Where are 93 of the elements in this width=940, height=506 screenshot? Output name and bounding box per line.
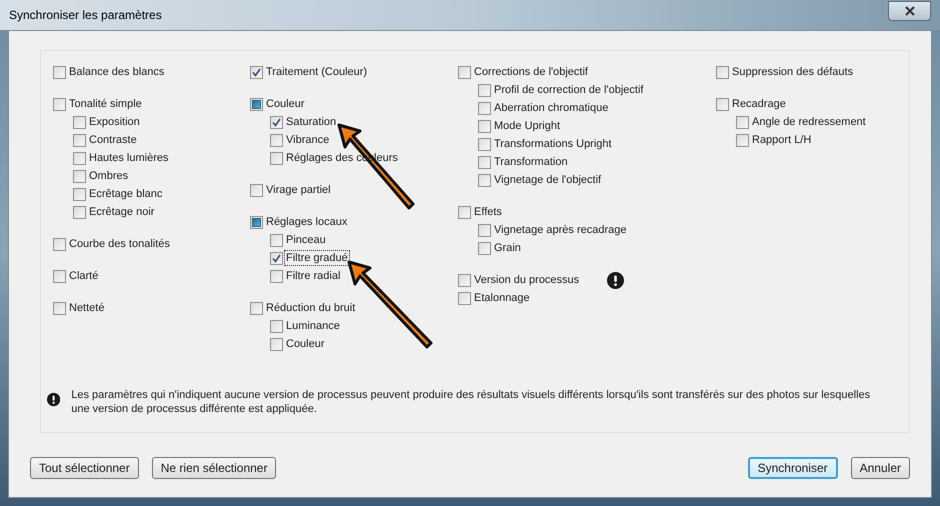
checkbox-label[interactable]: Transformations Upright <box>493 137 613 151</box>
checkbox-label[interactable]: Traitement (Couleur) <box>265 65 368 79</box>
checkbox[interactable] <box>458 66 471 78</box>
checkbox-label[interactable]: Exposition <box>88 115 141 129</box>
checkbox-label[interactable]: Vignetage après recadrage <box>493 223 628 237</box>
checkbox-label[interactable]: Ombres <box>88 169 130 183</box>
checkbox-label[interactable]: Couleur <box>265 97 306 111</box>
partial-fill <box>252 218 261 226</box>
checkbox-label[interactable]: Rapport L/H <box>751 133 812 147</box>
checkbox[interactable] <box>53 66 66 78</box>
checkbox-label[interactable]: Pinceau <box>285 233 327 247</box>
checkbox-label[interactable]: Couleur <box>285 337 326 351</box>
checkbox-label[interactable]: Angle de redressement <box>751 115 867 129</box>
checkbox-label[interactable]: Ecrêtage blanc <box>88 187 164 201</box>
checkbox-label[interactable]: Version du processus <box>473 273 580 287</box>
checkbox[interactable] <box>250 98 263 110</box>
checkbox[interactable] <box>270 252 283 264</box>
checkbox[interactable] <box>250 66 263 78</box>
info-note: Les paramètres qui n'indiquent aucune version de processus peuvent produire des résultats visuels différents lorsqu'ils sont transférés sur des photos sur lesquelles une version de processus différente est appliquée. <box>71 388 872 416</box>
checkbox[interactable] <box>53 98 66 110</box>
checkbox[interactable] <box>478 84 491 96</box>
partial-fill <box>252 100 261 108</box>
checkbox-label[interactable]: Balance des blancs <box>68 65 166 79</box>
checkbox-label[interactable]: Courbe des tonalités <box>68 237 171 251</box>
checkbox[interactable] <box>73 152 86 164</box>
checkbox-label[interactable]: Luminance <box>285 319 341 333</box>
checkbox[interactable] <box>250 184 263 196</box>
checkbox-label[interactable]: Transformation <box>493 155 569 169</box>
dialog-button[interactable]: Annuler <box>850 457 910 479</box>
checkbox[interactable] <box>270 320 283 332</box>
checkbox-label[interactable]: Filtre radial <box>285 269 342 283</box>
checkbox[interactable] <box>716 66 729 78</box>
checkbox-label[interactable]: Suppression des défauts <box>731 65 854 79</box>
checkbox-label[interactable]: Recadrage <box>731 97 787 111</box>
checkbox[interactable] <box>73 170 86 182</box>
checkmark-icon <box>272 254 281 262</box>
checkbox[interactable] <box>458 274 471 286</box>
checkbox[interactable] <box>73 134 86 146</box>
checkbox[interactable] <box>458 292 471 304</box>
checkbox-label[interactable]: Tonalité simple <box>68 97 143 111</box>
checkbox-label[interactable]: Ecrêtage noir <box>88 205 156 219</box>
checkbox[interactable] <box>73 206 86 218</box>
checkbox[interactable] <box>716 98 729 110</box>
checkbox[interactable] <box>270 152 283 164</box>
checkbox[interactable] <box>270 134 283 146</box>
checkbox-label[interactable]: Clarté <box>68 269 100 283</box>
checkmark-icon <box>252 68 261 76</box>
dialog-button[interactable]: Synchroniser <box>748 457 838 479</box>
checkbox[interactable] <box>73 116 86 128</box>
checkbox-label[interactable]: Corrections de l'objectif <box>473 65 589 79</box>
checkbox[interactable] <box>478 102 491 114</box>
checkbox-label[interactable]: Netteté <box>68 301 106 315</box>
checkbox[interactable] <box>270 338 283 350</box>
checkbox-label[interactable]: Hautes lumières <box>88 151 170 165</box>
checkbox[interactable] <box>53 302 66 314</box>
checkbox[interactable] <box>478 224 491 236</box>
checkbox[interactable] <box>250 302 263 314</box>
checkbox-label[interactable]: Mode Upright <box>493 119 562 133</box>
select-button[interactable]: Tout sélectionner <box>30 457 139 479</box>
checkmark-icon <box>272 118 281 126</box>
checkbox-label[interactable]: Etalonnage <box>473 291 531 305</box>
checkbox[interactable] <box>270 116 283 128</box>
checkbox[interactable] <box>53 270 66 282</box>
warning-icon <box>47 391 60 408</box>
checkbox[interactable] <box>53 238 66 250</box>
checkbox[interactable] <box>270 234 283 246</box>
checkbox[interactable] <box>478 120 491 132</box>
checkbox[interactable] <box>73 188 86 200</box>
checkbox-label[interactable]: Aberration chromatique <box>493 101 610 115</box>
checkbox[interactable] <box>736 116 749 128</box>
checkbox-label[interactable]: Effets <box>473 205 503 219</box>
checkbox-label[interactable]: Réglages locaux <box>265 215 348 229</box>
checkbox[interactable] <box>478 242 491 254</box>
checkbox-label[interactable]: Contraste <box>88 133 138 147</box>
checkbox-label[interactable]: Vignetage de l'objectif <box>493 173 602 187</box>
checkbox-label[interactable]: Virage partiel <box>265 183 332 197</box>
checkbox-label[interactable]: Profil de correction de l'objectif <box>493 83 644 97</box>
checkbox[interactable] <box>736 134 749 146</box>
checkbox-label[interactable]: Filtre gradué <box>285 251 349 265</box>
close-button[interactable] <box>888 1 931 21</box>
checkbox[interactable] <box>478 138 491 150</box>
checkbox[interactable] <box>250 216 263 228</box>
close-icon <box>904 6 914 16</box>
checkbox-label[interactable]: Réduction du bruit <box>265 301 356 315</box>
select-button[interactable]: Ne rien sélectionner <box>152 457 276 479</box>
checkbox-label[interactable]: Saturation <box>285 115 338 129</box>
checkbox[interactable] <box>458 206 471 218</box>
window-title: Synchroniser les paramètres <box>9 7 162 24</box>
checkbox-label[interactable]: Grain <box>493 241 522 255</box>
checkbox-label[interactable]: Vibrance <box>285 133 330 147</box>
checkbox[interactable] <box>478 156 491 168</box>
checkbox[interactable] <box>478 174 491 186</box>
checkbox[interactable] <box>270 270 283 282</box>
